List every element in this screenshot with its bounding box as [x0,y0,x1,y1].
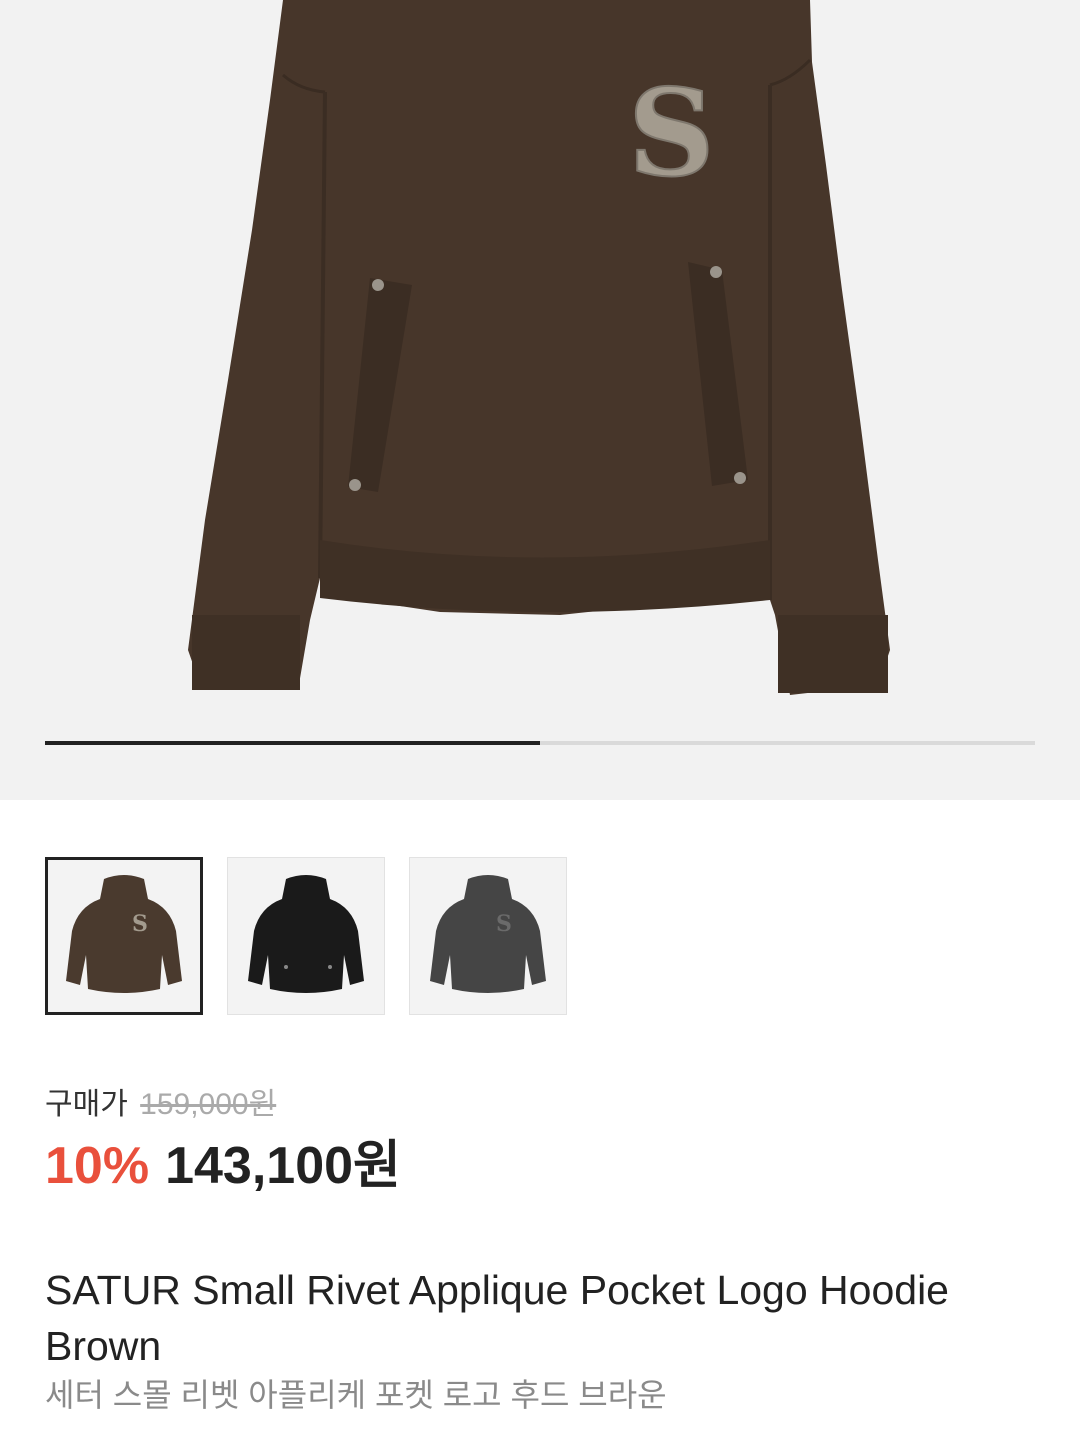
svg-text:S: S [496,911,512,937]
product-image-gallery[interactable]: S [0,0,1080,800]
product-subtitle: 세터 스몰 리벳 아플리케 포켓 로고 후드 브라운 [45,1377,667,1413]
thumbnail-black[interactable] [227,857,385,1015]
original-price: 159,000원 [140,1088,277,1121]
left-cuff [192,615,300,690]
discount-rate: 10% [45,1137,150,1195]
sale-price: 143,100원 [165,1137,401,1195]
gallery-progress-track [45,741,1035,745]
sale-price-row: 10% 143,100원 [45,1134,401,1198]
hoodie-thumbnail-black [248,875,364,993]
price-label-row: 구매가 159,000원 [45,1085,276,1125]
hoodie-thumbnail-brown: S [66,875,182,993]
right-cuff [778,615,888,693]
hoodie-thumbnail-charcoal: S [430,875,546,993]
gallery-progress-indicator [45,741,540,745]
thumbnail-charcoal[interactable]: S [409,857,567,1015]
s-logo-patch: S [628,63,715,204]
product-title: SATUR Small Rivet Applique Pocket Logo H… [45,1267,949,1369]
hoodie-product-image: S [188,0,890,695]
svg-text:S: S [132,911,148,937]
thumbnail-brown[interactable]: S [45,857,203,1015]
color-thumbnails: S S [45,857,567,1015]
price-label: 구매가 [45,1088,128,1121]
